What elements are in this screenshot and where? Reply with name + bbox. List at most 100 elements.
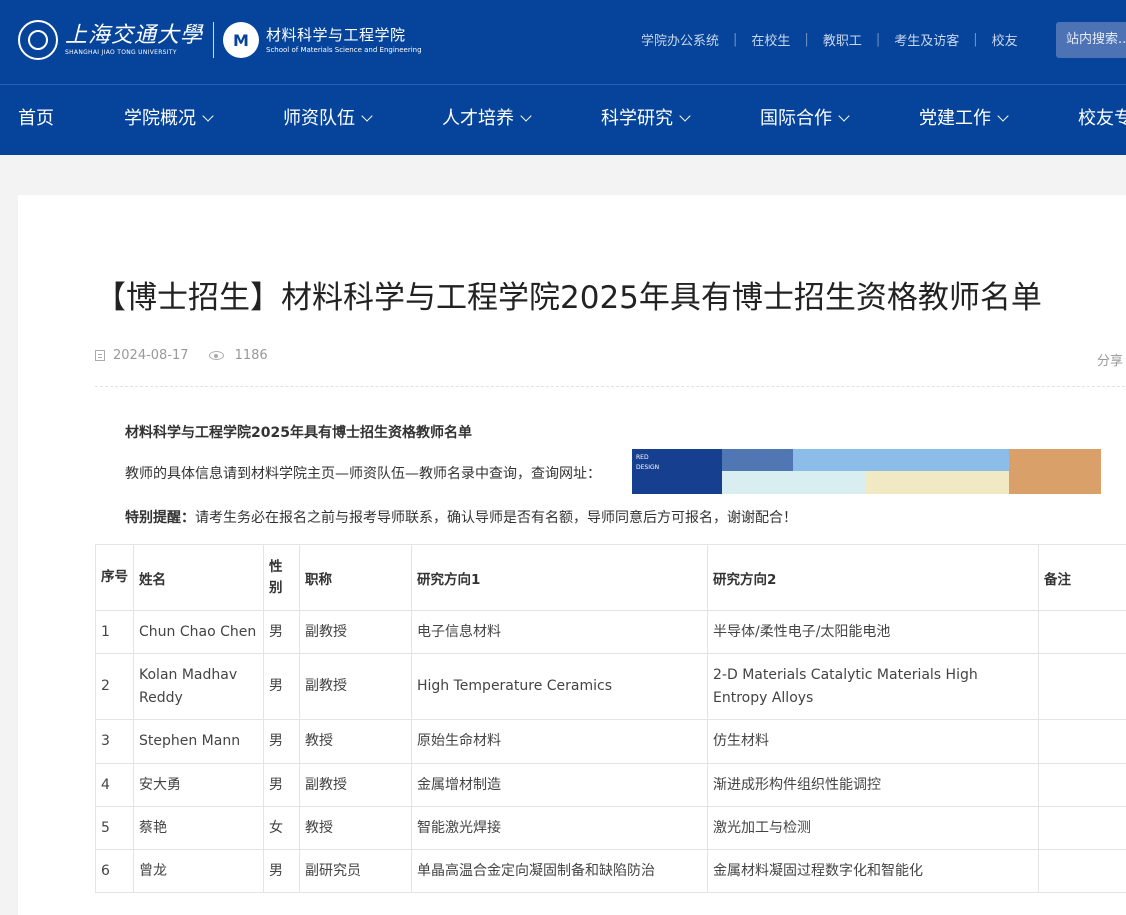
nav-item-research[interactable]: 科学研究 [601, 85, 689, 155]
column-header-research-2: 研究方向2 [708, 545, 1039, 611]
cell-research-2: 渐进成形构件组织性能调控 [708, 764, 1039, 807]
cell-research-2: 激光加工与检测 [708, 807, 1039, 850]
table-row: 5 蔡艳 女 教授 智能激光焊接 激光加工与检测 [96, 807, 1126, 850]
cell-remarks [1039, 764, 1126, 807]
logo-area[interactable]: 上海交通大學 SHANGHAI JIAO TONG UNIVERSITY M 材… [18, 18, 422, 62]
calendar-icon [95, 350, 105, 361]
university-logo-text: 上海交通大學 SHANGHAI JIAO TONG UNIVERSITY [65, 24, 203, 57]
logo-divider [213, 22, 214, 58]
table-row: 6 曾龙 男 副研究员 单晶高温合金定向凝固制备和缺陷防治 金属材料凝固过程数字… [96, 850, 1126, 893]
chevron-down-icon [679, 110, 690, 121]
table-row: 2 Kolan Madhav Reddy 男 副教授 High Temperat… [96, 654, 1126, 720]
top-link-separator: | [876, 32, 880, 47]
cell-remarks [1039, 720, 1126, 764]
cell-title: 教授 [300, 807, 412, 850]
banner-text: RED DESIGN [636, 453, 659, 473]
school-name-en: School of Materials Science and Engineer… [266, 45, 422, 55]
chevron-down-icon [520, 110, 531, 121]
cell-gender: 男 [264, 764, 300, 807]
cell-index: 1 [96, 611, 134, 654]
university-name-cn: 上海交通大學 [65, 24, 203, 48]
top-link-visitors[interactable]: 考生及访客 [894, 30, 959, 49]
article-info-text: 教师的具体信息请到材料学院主页—师资队伍—教师名录中查询，查询网址： [125, 463, 601, 483]
school-emblem-icon: M [223, 22, 259, 58]
top-link-students[interactable]: 在校生 [751, 30, 790, 49]
cell-name: Stephen Mann [134, 720, 264, 764]
article-note: 特别提醒：请考生务必在报名之前与报考导师联系，确认导师是否有名额，导师同意后方可… [125, 507, 797, 527]
cell-name: 安大勇 [134, 764, 264, 807]
publish-date: 2024-08-17 [113, 348, 189, 363]
nav-item-alumni[interactable]: 校友专 [1078, 85, 1126, 155]
table-row: 4 安大勇 男 副教授 金属增材制造 渐进成形构件组织性能调控 [96, 764, 1126, 807]
cell-index: 2 [96, 654, 134, 720]
column-header-gender: 性别 [264, 545, 300, 611]
column-header-index: 序号 [96, 545, 134, 611]
cell-gender: 男 [264, 720, 300, 764]
cell-title: 副教授 [300, 654, 412, 720]
article-heading: 材料科学与工程学院2025年具有博士招生资格教师名单 [125, 422, 472, 442]
cell-research-1: 原始生命材料 [412, 720, 708, 764]
cell-gender: 男 [264, 611, 300, 654]
nav-item-international[interactable]: 国际合作 [760, 85, 848, 155]
cell-name: 蔡艳 [134, 807, 264, 850]
chevron-down-icon [997, 110, 1008, 121]
cell-research-2: 金属材料凝固过程数字化和智能化 [708, 850, 1039, 893]
column-header-remarks: 备注 [1039, 545, 1126, 611]
site-search-button[interactable]: 站内搜索... [1056, 22, 1126, 58]
table-row: 3 Stephen Mann 男 教授 原始生命材料 仿生材料 [96, 720, 1126, 764]
table-row: 1 Chun Chao Chen 男 副教授 电子信息材料 半导体/柔性电子/太… [96, 611, 1126, 654]
top-link-office[interactable]: 学院办公系统 [641, 30, 719, 49]
cell-title: 副教授 [300, 764, 412, 807]
link-banner-image[interactable]: RED DESIGN [632, 449, 1101, 494]
nav-item-education[interactable]: 人才培养 [442, 85, 530, 155]
cell-title: 副研究员 [300, 850, 412, 893]
banner-block [865, 471, 1009, 494]
note-text: 请考生务必在报名之前与报考导师联系，确认导师是否有名额，导师同意后方可报名，谢谢… [195, 510, 797, 526]
nav-item-about[interactable]: 学院概况 [124, 85, 212, 155]
nav-item-home[interactable]: 首页 [18, 85, 54, 155]
cell-index: 3 [96, 720, 134, 764]
cell-index: 5 [96, 807, 134, 850]
column-header-name: 姓名 [134, 545, 264, 611]
top-link-separator: | [733, 32, 737, 47]
cell-research-1: 电子信息材料 [412, 611, 708, 654]
cell-name: Chun Chao Chen [134, 611, 264, 654]
cell-remarks [1039, 611, 1126, 654]
main-nav: 首页 学院概况 师资队伍 人才培养 科学研究 国际合作 党建工作 校友专 [0, 85, 1126, 155]
cell-index: 4 [96, 764, 134, 807]
nav-item-party[interactable]: 党建工作 [919, 85, 1007, 155]
university-emblem-icon [18, 20, 58, 60]
nav-label: 校友专 [1078, 108, 1126, 129]
cell-gender: 女 [264, 807, 300, 850]
chevron-down-icon [838, 110, 849, 121]
cell-gender: 男 [264, 654, 300, 720]
article-meta: 2024-08-17 1186 [95, 348, 268, 363]
cell-title: 教授 [300, 720, 412, 764]
top-link-staff[interactable]: 教职工 [823, 30, 862, 49]
cell-research-1: 智能激光焊接 [412, 807, 708, 850]
cell-remarks [1039, 654, 1126, 720]
cell-research-1: High Temperature Ceramics [412, 654, 708, 720]
university-name-en: SHANGHAI JIAO TONG UNIVERSITY [65, 48, 203, 57]
cell-index: 6 [96, 850, 134, 893]
nav-item-faculty[interactable]: 师资队伍 [283, 85, 371, 155]
top-link-alumni[interactable]: 校友 [992, 30, 1018, 49]
cell-remarks [1039, 850, 1126, 893]
faculty-table: 序号 姓名 性别 职称 研究方向1 研究方向2 备注 1 Chun Chao C… [95, 544, 1126, 893]
school-name-cn: 材料科学与工程学院 [266, 25, 422, 45]
meta-divider [95, 386, 1126, 387]
nav-label: 党建工作 [919, 108, 991, 129]
banner-block [793, 449, 1009, 471]
cell-research-1: 金属增材制造 [412, 764, 708, 807]
share-button[interactable]: 分享 [1097, 350, 1123, 369]
note-label: 特别提醒： [125, 510, 195, 526]
cell-research-2: 仿生材料 [708, 720, 1039, 764]
cell-title: 副教授 [300, 611, 412, 654]
school-logo-text: 材料科学与工程学院 School of Materials Science an… [266, 25, 422, 55]
table-header-row: 序号 姓名 性别 职称 研究方向1 研究方向2 备注 [96, 545, 1126, 611]
banner-block [1009, 449, 1101, 494]
cell-gender: 男 [264, 850, 300, 893]
banner-block: RED DESIGN [632, 449, 722, 494]
nav-label: 人才培养 [442, 108, 514, 129]
article-card: 【博士招生】材料科学与工程学院2025年具有博士招生资格教师名单 2024-08… [18, 195, 1126, 915]
